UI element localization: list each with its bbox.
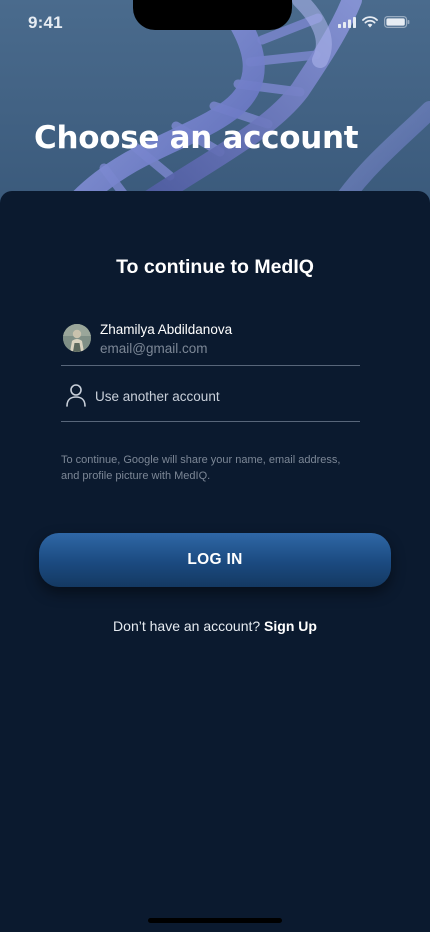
- account-name: Zhamilya Abdildanova: [100, 322, 233, 337]
- home-indicator: [148, 918, 282, 923]
- signup-link[interactable]: Sign Up: [264, 618, 317, 634]
- status-time: 9:41: [28, 13, 63, 32]
- consent-text: To continue, Google will share your name…: [61, 454, 341, 482]
- avatar-photo-icon: [63, 324, 91, 352]
- account-option[interactable]: Zhamilya Abdildanova email@gmail.com: [61, 313, 360, 366]
- account-chooser-sheet: To continue to MedIQ Zhamilya Abdildanov…: [0, 191, 430, 932]
- signup-prompt-text: Don’t have an account?: [113, 618, 261, 634]
- battery-icon: [384, 16, 410, 28]
- avatar: [63, 324, 91, 352]
- status-bar: 9:41: [0, 0, 430, 48]
- login-button[interactable]: LOG IN: [39, 533, 391, 587]
- wifi-icon: [362, 16, 378, 28]
- chooser-heading: To continue to MedIQ: [116, 256, 314, 278]
- app-screen: 9:41 Choose an account To continue to Me…: [0, 0, 430, 932]
- status-icons: [338, 16, 410, 28]
- device-notch: [133, 0, 292, 30]
- account-email: email@gmail.com: [100, 341, 208, 356]
- use-another-account-label: Use another account: [95, 389, 220, 404]
- page-title: Choose an account: [34, 120, 359, 156]
- signal-icon: [338, 16, 356, 28]
- signup-prompt-line: Don’t have an account? Sign Up: [0, 618, 430, 634]
- person-icon: [66, 384, 86, 407]
- use-another-account-option[interactable]: Use another account: [61, 367, 360, 422]
